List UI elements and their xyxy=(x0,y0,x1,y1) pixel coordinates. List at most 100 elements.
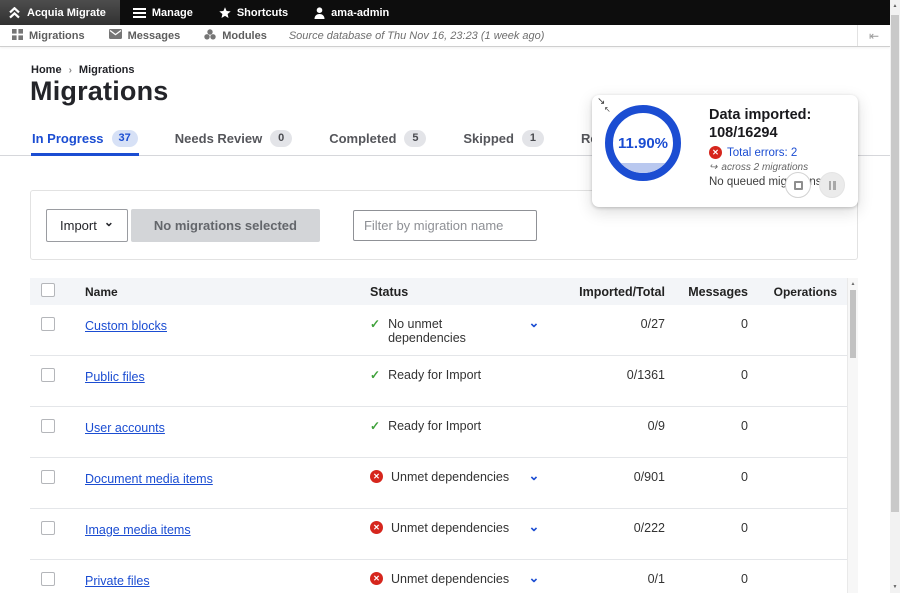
messages-label: Messages xyxy=(128,30,181,42)
no-migrations-selected-button[interactable]: No migrations selected xyxy=(131,209,320,242)
scroll-up-arrow-icon[interactable]: ▲ xyxy=(848,281,858,287)
messages-count: 0 xyxy=(665,317,748,355)
import-progress-card: ↘ ↖ 11.90% Data imported: 108/16294 ✕ To… xyxy=(592,95,858,207)
chevron-down-icon[interactable]: ⌄ xyxy=(529,468,540,483)
tab-label: In Progress xyxy=(32,131,104,146)
migration-name-link[interactable]: User accounts xyxy=(85,421,165,435)
progress-fill xyxy=(613,163,673,173)
table-scrollbar-thumb[interactable] xyxy=(850,290,856,358)
page-scrollbar[interactable]: ▲ ▼ xyxy=(890,0,900,593)
row-checkbox[interactable] xyxy=(41,368,55,382)
topbar-item-shortcuts[interactable]: Shortcuts xyxy=(206,0,301,25)
shortcuts-label: Shortcuts xyxy=(237,7,288,19)
hamburger-icon xyxy=(133,8,146,18)
manage-label: Manage xyxy=(152,7,193,19)
error-icon: ✕ xyxy=(370,572,383,585)
tab-skipped[interactable]: Skipped 1 xyxy=(462,121,545,155)
messages-count: 0 xyxy=(665,368,748,406)
chevron-down-icon: ⌄ xyxy=(104,215,114,229)
check-icon: ✓ xyxy=(370,419,380,433)
status-text: Unmet dependencies xyxy=(391,572,509,586)
toolbar-collapse-button[interactable]: ⇤ xyxy=(857,25,890,46)
table-row: Private files ✕ Unmet dependencies ⌄ 0/1… xyxy=(30,560,847,593)
scroll-down-arrow-icon[interactable]: ▼ xyxy=(890,584,900,590)
row-checkbox[interactable] xyxy=(41,317,55,331)
messages-count: 0 xyxy=(665,572,748,593)
chevron-down-icon[interactable]: ⌄ xyxy=(529,570,540,585)
breadcrumb-separator: › xyxy=(69,65,72,76)
collapse-arrow-nw-icon[interactable]: ↖ xyxy=(604,105,611,114)
migration-name-link[interactable]: Image media items xyxy=(85,523,191,537)
source-database-note: Source database of Thu Nov 16, 23:23 (1 … xyxy=(289,25,545,46)
double-chevron-up-icon xyxy=(8,7,21,19)
imported-total-value: 0/1 xyxy=(555,572,665,593)
tab-needs-review[interactable]: Needs Review 0 xyxy=(174,121,293,155)
admin-toolbar: Migrations Messages Modules Source datab… xyxy=(0,25,890,47)
import-label: Import xyxy=(60,218,97,233)
toolbar-item-modules[interactable]: Modules xyxy=(192,25,279,46)
toolbar-item-messages[interactable]: Messages xyxy=(97,25,193,46)
table-row: Image media items ✕ Unmet dependencies ⌄… xyxy=(30,509,847,560)
select-all-checkbox[interactable] xyxy=(41,283,55,297)
total-errors-row[interactable]: ✕ Total errors: 2 xyxy=(709,146,851,159)
row-checkbox[interactable] xyxy=(41,572,55,586)
migration-name-link[interactable]: Private files xyxy=(85,574,150,588)
breadcrumb-home-link[interactable]: Home xyxy=(31,64,62,76)
status-text: Unmet dependencies xyxy=(391,521,509,535)
stop-icon xyxy=(794,181,803,190)
pause-icon xyxy=(829,181,832,190)
row-checkbox[interactable] xyxy=(41,470,55,484)
error-icon: ✕ xyxy=(370,521,383,534)
topbar-item-manage[interactable]: Manage xyxy=(120,0,206,25)
grid-icon xyxy=(12,29,23,43)
star-icon xyxy=(219,7,231,19)
tab-completed[interactable]: Completed 5 xyxy=(328,121,427,155)
migration-name-link[interactable]: Public files xyxy=(85,370,145,384)
table-body: Custom blocks ✓ No unmet dependencies ⌄ … xyxy=(30,305,847,593)
app-window: Acquia Migrate Manage Shortcuts ama-admi… xyxy=(0,0,900,593)
migration-name-link[interactable]: Document media items xyxy=(85,472,213,486)
scroll-up-arrow-icon[interactable]: ▲ xyxy=(890,3,900,9)
toolbar-item-migrations[interactable]: Migrations xyxy=(0,25,97,46)
tab-in-progress[interactable]: In Progress 37 xyxy=(31,121,139,155)
header-name: Name xyxy=(75,285,370,299)
status-text: No unmet dependencies xyxy=(388,317,513,345)
error-icon: ✕ xyxy=(709,146,722,159)
pin-left-icon: ⇤ xyxy=(869,29,879,43)
header-status: Status xyxy=(370,285,513,299)
pause-button[interactable] xyxy=(819,172,845,198)
topbar-item-user[interactable]: ama-admin xyxy=(301,0,402,25)
migration-filter-input[interactable] xyxy=(353,210,537,241)
total-errors-link[interactable]: Total errors: 2 xyxy=(727,147,797,159)
row-checkbox[interactable] xyxy=(41,521,55,535)
tab-count-badge: 1 xyxy=(522,130,544,147)
migration-name-link[interactable]: Custom blocks xyxy=(85,319,167,333)
row-checkbox[interactable] xyxy=(41,419,55,433)
table-scrollbar[interactable]: ▲ xyxy=(847,278,858,593)
data-imported-label: Data imported: xyxy=(709,106,851,124)
progress-card-buttons xyxy=(785,172,845,198)
progress-ring: 11.90% xyxy=(605,105,681,181)
chevron-down-icon[interactable]: ⌄ xyxy=(529,519,540,534)
admin-topbar: Acquia Migrate Manage Shortcuts ama-admi… xyxy=(0,0,890,25)
progress-percent: 11.90% xyxy=(618,135,668,152)
tab-label: Skipped xyxy=(463,131,514,146)
header-operations: Operations xyxy=(748,285,847,299)
data-imported-count: 108/16294 xyxy=(709,124,851,142)
migrations-table: Name Status Imported/Total Messages Oper… xyxy=(30,278,858,593)
messages-count: 0 xyxy=(665,470,748,508)
status-text: Ready for Import xyxy=(388,419,481,433)
brand-menu-acquia-migrate[interactable]: Acquia Migrate xyxy=(0,0,120,25)
modules-cluster-icon xyxy=(204,29,216,43)
page-scrollbar-thumb[interactable] xyxy=(891,15,899,512)
tab-count-badge: 0 xyxy=(270,130,292,147)
stop-button[interactable] xyxy=(785,172,811,198)
chevron-down-icon[interactable]: ⌄ xyxy=(529,315,540,330)
table-row: Document media items ✕ Unmet dependencie… xyxy=(30,458,847,509)
user-label: ama-admin xyxy=(331,7,389,19)
imported-total-value: 0/901 xyxy=(555,470,665,508)
envelope-icon xyxy=(109,29,122,42)
import-dropdown-button[interactable]: Import ⌄ xyxy=(46,209,128,242)
tab-count-badge: 5 xyxy=(404,130,426,147)
error-icon: ✕ xyxy=(370,470,383,483)
